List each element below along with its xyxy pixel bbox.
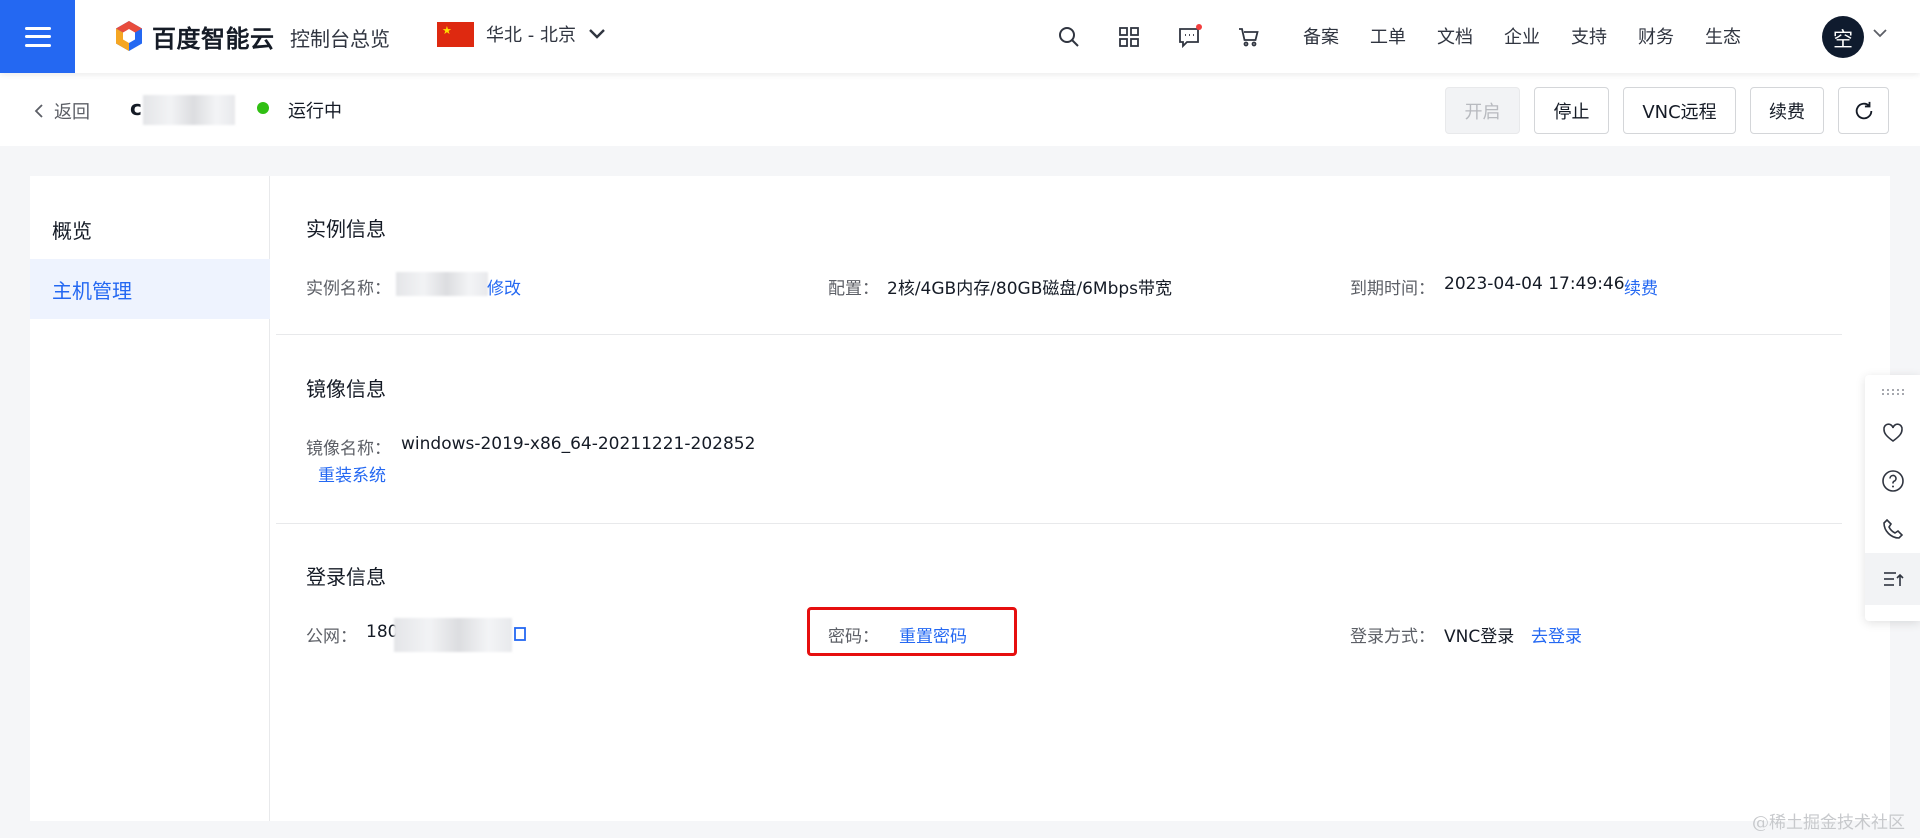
nav-link-support[interactable]: 支持 — [1571, 23, 1607, 49]
back-label: 返回 — [54, 102, 90, 123]
public-ip-label: 公网： — [306, 627, 357, 647]
console-overview-link[interactable]: 控制台总览 — [290, 23, 390, 52]
china-flag-icon: ★ — [437, 21, 474, 47]
start-button[interactable]: 开启 — [1445, 87, 1520, 134]
sidebar-item-host-management[interactable]: 主机管理 — [30, 259, 270, 319]
instance-info-title: 实例信息 — [306, 217, 386, 241]
nav-link-ticket[interactable]: 工单 — [1370, 23, 1406, 49]
redacted-public-ip — [394, 618, 512, 652]
instance-detail-card: 概览 主机管理 — [30, 176, 1890, 821]
apps-grid-icon[interactable] — [1112, 20, 1146, 54]
login-info-title: 登录信息 — [306, 565, 386, 589]
nav-link-ecosystem[interactable]: 生态 — [1705, 23, 1741, 49]
image-info-title: 镜像信息 — [306, 377, 386, 401]
sidebar-item-overview[interactable]: 概览 — [30, 199, 270, 259]
login-method-label: 登录方式： — [1350, 627, 1435, 647]
highlight-annotation-box — [807, 607, 1017, 656]
go-login-link[interactable]: 去登录 — [1531, 622, 1582, 647]
refresh-icon — [1855, 101, 1872, 119]
vnc-remote-button[interactable]: VNC远程 — [1623, 87, 1736, 134]
renew-button[interactable]: 续费 — [1750, 87, 1824, 134]
floating-toolbar — [1865, 375, 1920, 621]
copy-icon[interactable] — [512, 624, 528, 642]
config-value: 2核/4GB内存/80GB磁盘/6Mbps带宽 — [887, 279, 1173, 299]
status-text: 运行中 — [288, 101, 342, 122]
refresh-button[interactable] — [1838, 87, 1889, 134]
image-name-value: windows-2019-x86_64-20211221-202852 — [401, 434, 756, 454]
nav-link-docs[interactable]: 文档 — [1437, 23, 1473, 49]
login-method-value: VNC登录 — [1444, 627, 1515, 647]
instance-header: 返回 c 运行中 开启 停止 VNC远程 续费 — [0, 73, 1920, 146]
cart-icon[interactable] — [1232, 20, 1266, 54]
expire-value: 2023-04-04 17:49:46 — [1444, 274, 1625, 294]
side-navigation: 概览 主机管理 — [30, 176, 270, 821]
expire-label: 到期时间： — [1350, 279, 1435, 299]
help-icon[interactable] — [1865, 457, 1920, 505]
region-label: 华北 - 北京 — [486, 25, 576, 46]
image-name-label: 镜像名称： — [306, 439, 391, 459]
chevron-down-icon[interactable] — [1872, 27, 1888, 39]
chevron-down-icon — [589, 29, 605, 39]
renew-link[interactable]: 续费 — [1624, 274, 1658, 299]
running-status-dot — [257, 102, 269, 114]
reinstall-system-link[interactable]: 重装系统 — [318, 461, 386, 486]
redacted-instance-name — [143, 95, 235, 125]
nav-link-finance[interactable]: 财务 — [1638, 23, 1674, 49]
user-avatar[interactable]: 空 — [1822, 16, 1864, 58]
baidu-cloud-logo[interactable]: 百度智能云 — [112, 19, 275, 53]
back-to-top-icon[interactable] — [1865, 553, 1920, 605]
region-selector[interactable]: ★ 华北 - 北京 — [437, 21, 606, 47]
top-navbar: 百度智能云 控制台总览 ★ 华北 - 北京 备案 工单 文档 企业 支持 财务 … — [0, 0, 1920, 73]
back-button[interactable]: 返回 — [34, 98, 90, 124]
nav-link-enterprise[interactable]: 企业 — [1504, 23, 1540, 49]
section-divider — [276, 523, 1842, 524]
stop-button[interactable]: 停止 — [1534, 87, 1609, 134]
drag-handle-icon[interactable] — [1865, 375, 1920, 409]
phone-icon[interactable] — [1865, 505, 1920, 553]
watermark: @稀土掘金技术社区 — [1752, 813, 1905, 833]
config-label: 配置： — [828, 279, 879, 299]
logo-text: 百度智能云 — [152, 24, 275, 53]
nav-link-record[interactable]: 备案 — [1303, 23, 1339, 49]
hamburger-menu-button[interactable] — [0, 0, 75, 73]
menu-icon — [24, 26, 51, 47]
section-divider — [276, 334, 1842, 335]
favorite-heart-icon[interactable] — [1865, 409, 1920, 457]
search-icon[interactable] — [1052, 20, 1086, 54]
modify-name-link[interactable]: 修改 — [487, 274, 521, 299]
chevron-left-icon — [34, 104, 43, 118]
message-icon[interactable] — [1172, 20, 1206, 54]
redacted-instance-name-value — [396, 272, 488, 296]
logo-icon — [116, 21, 142, 51]
instance-name: c — [130, 96, 142, 120]
instance-name-label: 实例名称： — [306, 279, 391, 299]
notification-dot — [1196, 24, 1202, 30]
